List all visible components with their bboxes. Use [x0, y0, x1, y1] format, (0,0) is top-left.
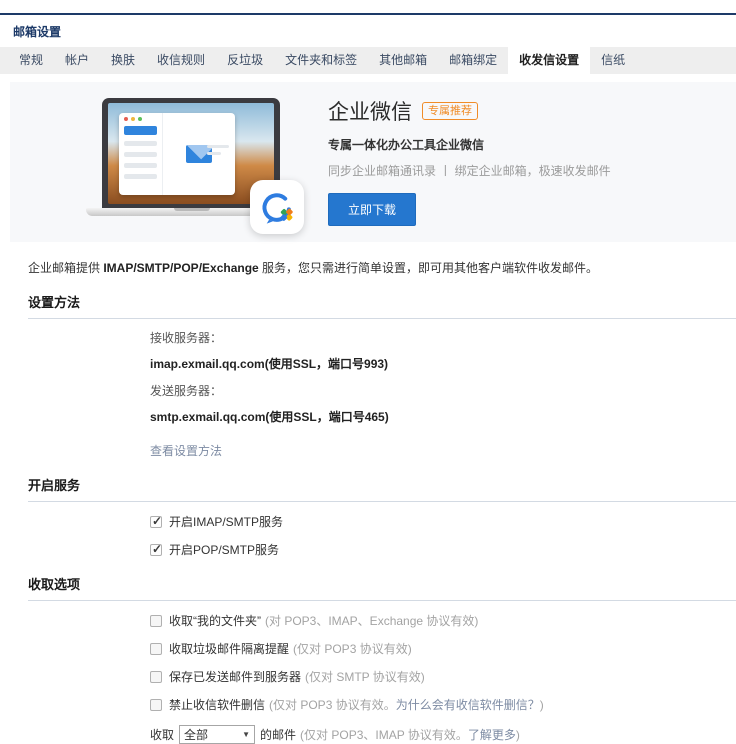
option-row: 保存已发送邮件到服务器 (仅对 SMTP 协议有效) [150, 668, 736, 685]
spam-quarantine-note: (仅对 POP3 协议有效) [293, 640, 412, 657]
option-row: 开启IMAP/SMTP服务 [150, 513, 736, 530]
tab-account[interactable]: 帐户 [54, 47, 100, 74]
option-row: 禁止收信软件删信 (仅对 POP3 协议有效。 为什么会有收信软件删信？ ) [150, 696, 736, 713]
imap-smtp-label: 开启IMAP/SMTP服务 [169, 513, 283, 530]
spam-quarantine-label: 收取垃圾邮件隔离提醒 [169, 640, 289, 657]
chevron-down-icon: ▼ [242, 730, 250, 739]
receive-server-label: 接收服务器： [150, 329, 736, 346]
forbid-delete-label: 禁止收信软件删信 [169, 696, 265, 713]
page-title: 邮箱设置 [0, 15, 736, 47]
fetch-my-folders-checkbox[interactable] [150, 615, 162, 627]
tab-mail-rules[interactable]: 收信规则 [146, 47, 216, 74]
fetch-my-folders-note: (对 POP3、IMAP、Exchange 协议有效) [265, 612, 478, 629]
save-sent-checkbox[interactable] [150, 671, 162, 683]
save-sent-label: 保存已发送邮件到服务器 [169, 668, 301, 685]
mail-content [163, 113, 235, 195]
section-fetch-options: 收取选项 [28, 574, 736, 601]
tab-antispam[interactable]: 反垃圾 [216, 47, 274, 74]
spam-quarantine-checkbox[interactable] [150, 643, 162, 655]
wecom-subtitle: 专属一体化办公工具企业微信 [328, 136, 611, 153]
tab-stationery[interactable]: 信纸 [590, 47, 636, 74]
option-row: 收取“我的文件夹” (对 POP3、IMAP、Exchange 协议有效) [150, 612, 736, 629]
intro-text: 企业邮箱提供 IMAP/SMTP/POP/Exchange 服务，您只需进行简单… [28, 259, 736, 276]
wecom-title: 企业微信 [328, 96, 412, 126]
learn-more-link[interactable]: 了解更多 [468, 726, 516, 743]
section-setup-method: 设置方法 [28, 292, 736, 319]
fetch-range-prefix: 收取 [150, 726, 174, 743]
mail-sidebar [119, 113, 163, 195]
tab-other-mailboxes[interactable]: 其他邮箱 [368, 47, 438, 74]
laptop-illustration [86, 98, 298, 224]
why-delete-link[interactable]: 为什么会有收信软件删信？ [396, 696, 540, 713]
recommend-badge: 专属推荐 [422, 102, 478, 120]
tab-folders-labels[interactable]: 文件夹和标签 [274, 47, 368, 74]
option-row: 开启POP/SMTP服务 [150, 541, 736, 558]
fetch-range-note: (仅对 POP3、IMAP 协议有效。 [300, 726, 468, 743]
download-now-button[interactable]: 立即下载 [328, 193, 416, 226]
send-server-label: 发送服务器： [150, 382, 736, 399]
section-enable-services: 开启服务 [28, 475, 736, 502]
pop-smtp-checkbox[interactable] [150, 544, 162, 556]
tab-mailbox-binding[interactable]: 邮箱绑定 [438, 47, 508, 74]
receive-server-value: imap.exmail.qq.com(使用SSL，端口号993) [150, 355, 736, 372]
settings-tabbar: 常规 帐户 换肤 收信规则 反垃圾 文件夹和标签 其他邮箱 邮箱绑定 收发信设置… [0, 47, 736, 74]
forbid-delete-note: (仅对 POP3 协议有效。 [269, 696, 396, 713]
option-row: 收取垃圾邮件隔离提醒 (仅对 POP3 协议有效) [150, 640, 736, 657]
tab-general[interactable]: 常规 [8, 47, 54, 74]
pop-smtp-label: 开启POP/SMTP服务 [169, 541, 279, 558]
view-setup-method-link[interactable]: 查看设置方法 [150, 442, 222, 459]
wecom-logo-icon [250, 180, 304, 234]
fetch-range-row: 收取 全部 ▼ 的邮件 (仅对 POP3、IMAP 协议有效。 了解更多 ) [150, 725, 736, 744]
protocols-text: IMAP/SMTP/POP/Exchange [103, 261, 258, 275]
mail-client-window [119, 113, 235, 195]
imap-smtp-checkbox[interactable] [150, 516, 162, 528]
tab-skin[interactable]: 换肤 [100, 47, 146, 74]
forbid-delete-checkbox[interactable] [150, 699, 162, 711]
fetch-range-suffix: 的邮件 [260, 726, 296, 743]
wecom-description: 同步企业邮箱通讯录 丨 绑定企业邮箱，极速收发邮件 [328, 162, 611, 179]
send-server-value: smtp.exmail.qq.com(使用SSL，端口号465) [150, 408, 736, 425]
window-traffic-lights-icon [124, 117, 142, 121]
desktop-wallpaper [108, 103, 274, 204]
tab-send-receive-settings[interactable]: 收发信设置 [508, 47, 590, 74]
fetch-range-selected-value: 全部 [184, 726, 208, 743]
fetch-my-folders-label: 收取“我的文件夹” [169, 612, 261, 629]
save-sent-note: (仅对 SMTP 协议有效) [305, 668, 425, 685]
fetch-range-select[interactable]: 全部 ▼ [179, 725, 255, 744]
wecom-promo-banner: 企业微信 专属推荐 专属一体化办公工具企业微信 同步企业邮箱通讯录 丨 绑定企业… [10, 82, 736, 242]
